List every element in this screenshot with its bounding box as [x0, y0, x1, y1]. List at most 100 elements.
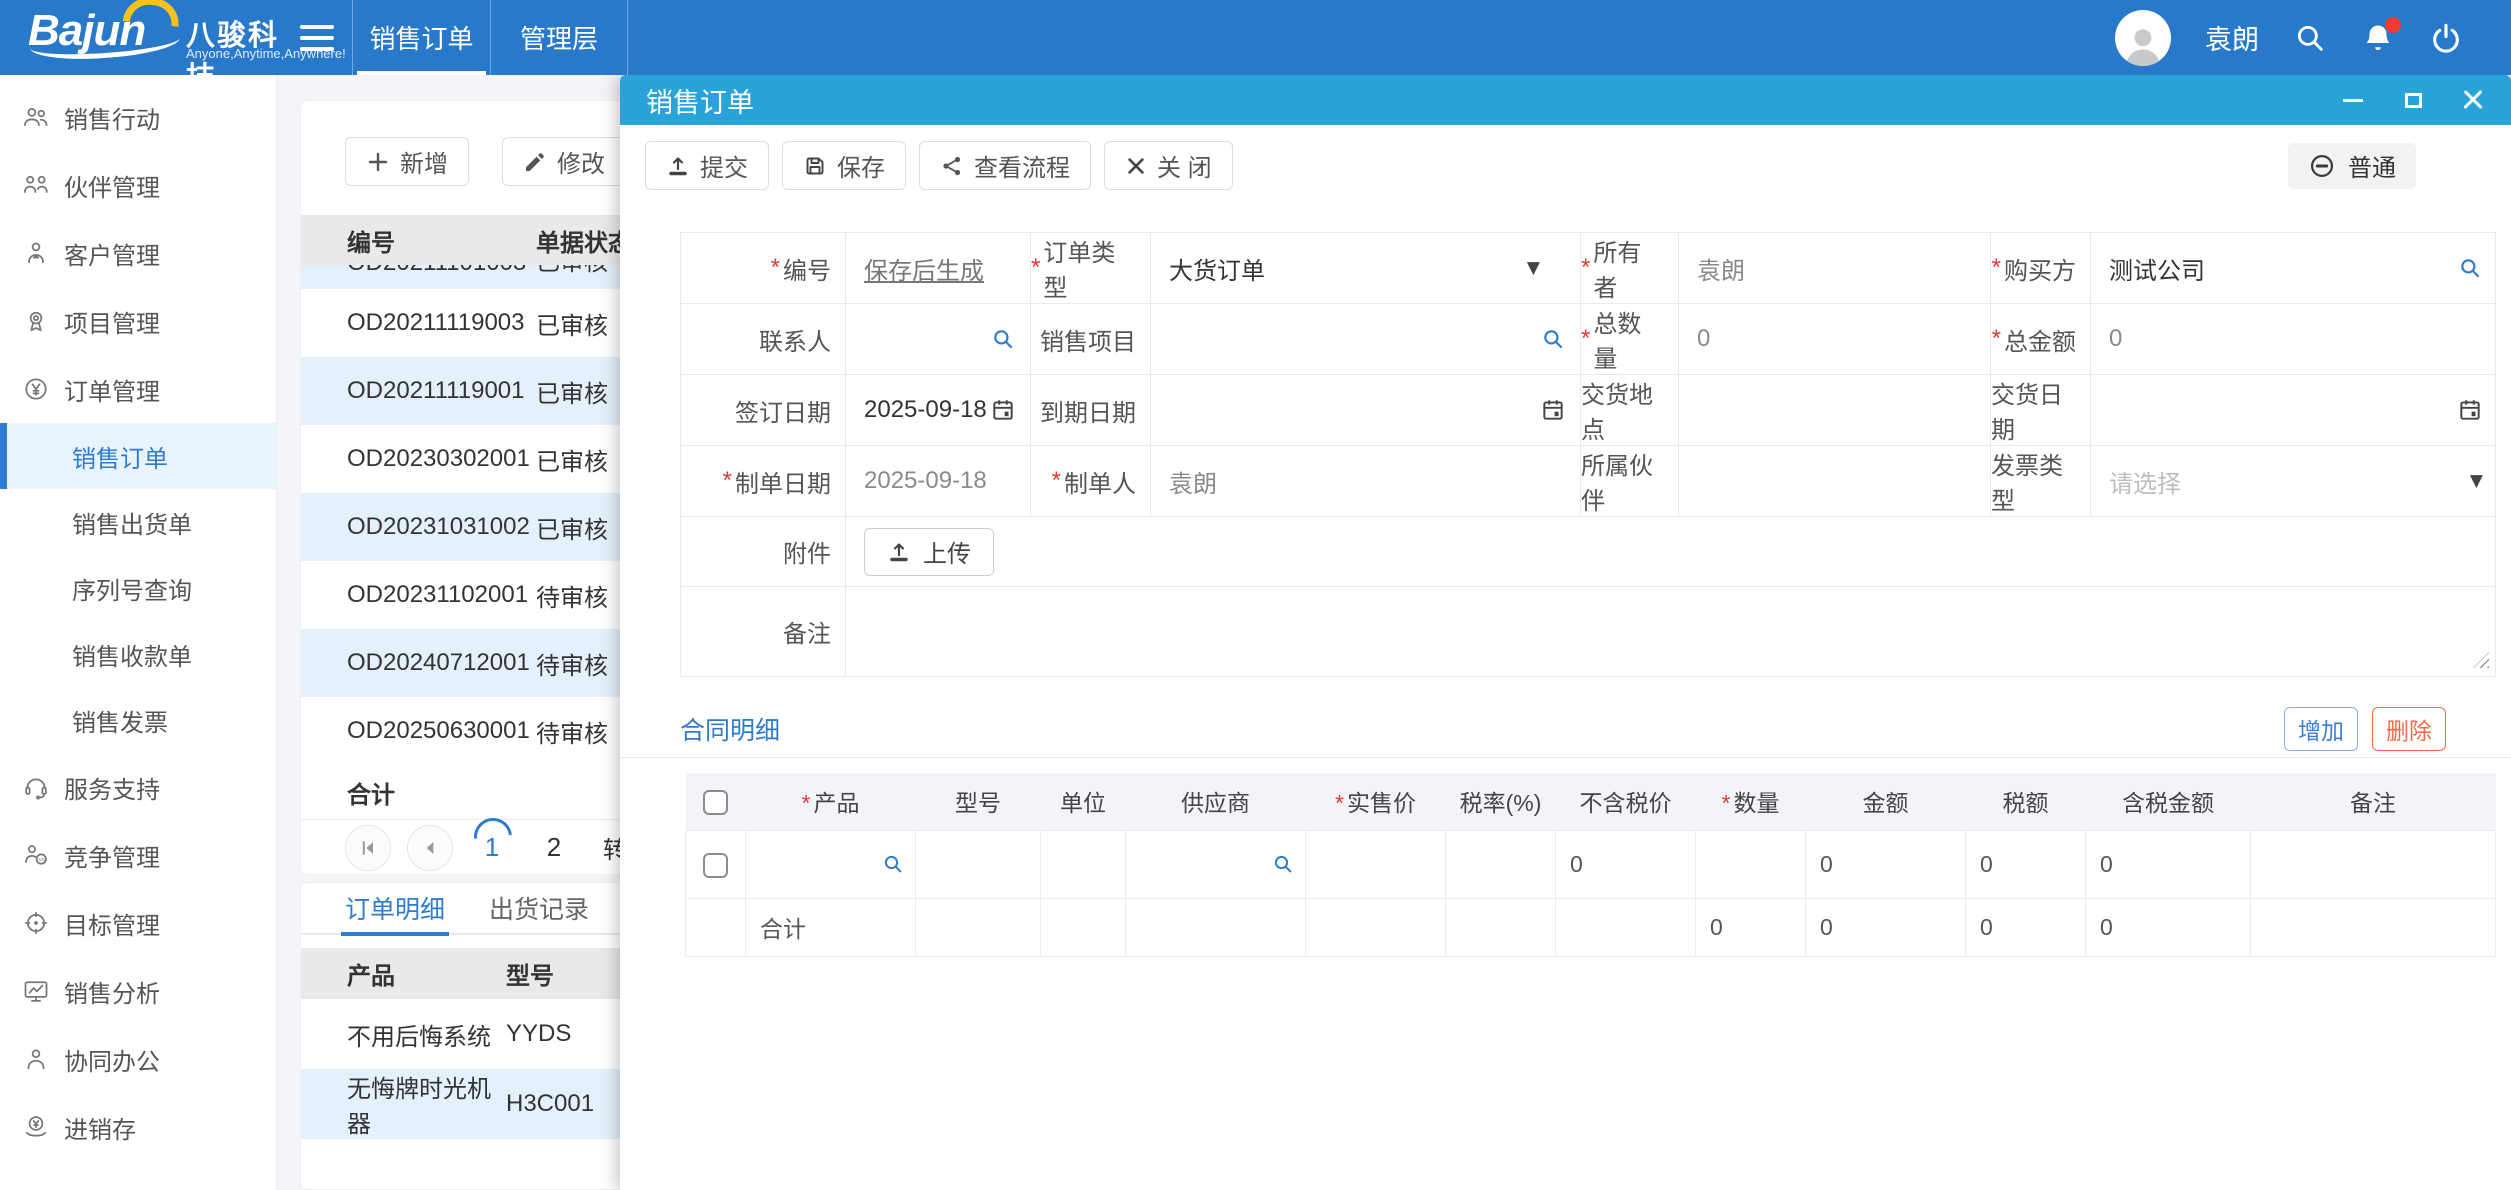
add-button[interactable]: 新增: [345, 137, 469, 186]
edit-button[interactable]: 修改: [502, 137, 626, 186]
line-tax-rate-field[interactable]: [1446, 830, 1556, 898]
search-icon[interactable]: [1540, 326, 1566, 352]
prev-page-button[interactable]: [407, 825, 453, 871]
tab-shipment-records[interactable]: 出货记录: [489, 882, 589, 934]
order-no-field[interactable]: 保存后生成: [846, 233, 1031, 304]
power-icon[interactable]: [2429, 21, 2463, 55]
add-line-button[interactable]: 增加: [2284, 707, 2358, 751]
view-flow-button[interactable]: 查看流程: [919, 141, 1091, 190]
sidebar-item-competition-mgmt[interactable]: vs 竞争管理: [0, 821, 276, 889]
close-button[interactable]: 关 闭: [1104, 141, 1233, 190]
sidebar-item-inventory[interactable]: 进销存: [0, 1093, 276, 1161]
col-header-unit: 单位: [1041, 773, 1126, 830]
calendar-icon[interactable]: [990, 397, 1016, 423]
maximize-icon[interactable]: [2401, 88, 2425, 112]
resize-grip-icon[interactable]: [2473, 652, 2489, 668]
search-icon[interactable]: [1271, 852, 1295, 876]
line-amount-field[interactable]: 0: [1806, 830, 1966, 898]
user-name[interactable]: 袁朗: [2205, 18, 2259, 57]
search-icon[interactable]: [2457, 255, 2483, 281]
delivery-place-field[interactable]: [1679, 375, 1991, 446]
search-icon[interactable]: [990, 326, 1016, 352]
col-header-product[interactable]: 产品: [301, 956, 506, 991]
upload-button[interactable]: 上传: [864, 528, 994, 576]
upload-icon: [887, 540, 911, 564]
remark-textarea[interactable]: [846, 587, 2497, 677]
minus-circle-icon: [2308, 152, 2336, 180]
sidebar-item-service-support[interactable]: 服务支持: [0, 753, 276, 821]
total-amount-field[interactable]: 0: [2091, 304, 2497, 375]
sidebar-item-sales-invoice[interactable]: 销售发票: [0, 687, 276, 753]
order-id: OD20211101003: [301, 265, 536, 287]
minimize-icon[interactable]: [2341, 88, 2365, 112]
avatar[interactable]: [2115, 10, 2171, 66]
sidebar-item-sales-order[interactable]: 销售订单: [0, 423, 276, 489]
sidebar-item-sales-shipment[interactable]: 销售出货单: [0, 489, 276, 555]
line-product-field[interactable]: [746, 830, 916, 898]
creator-field[interactable]: 袁朗: [1151, 446, 1581, 517]
total-qty-field[interactable]: 0: [1679, 304, 1991, 375]
col-header-id[interactable]: 编号: [301, 223, 536, 258]
search-icon[interactable]: [881, 852, 905, 876]
row-checkbox[interactable]: [703, 853, 728, 878]
sidebar-item-partner-mgmt[interactable]: 伙伴管理: [0, 151, 276, 219]
order-type-select[interactable]: 大货订单▼: [1151, 233, 1581, 304]
search-icon[interactable]: [2293, 21, 2327, 55]
calendar-icon[interactable]: [1540, 397, 1566, 423]
contract-table: *产品 型号 单位 供应商 *实售价 税率(%) 不含税价 *数量 金额 税额 …: [685, 773, 2496, 957]
contact-field[interactable]: [846, 304, 1031, 375]
tab-management[interactable]: 管理层: [490, 0, 628, 75]
field-label: *购买方: [1991, 233, 2091, 304]
close-icon[interactable]: [2461, 88, 2485, 112]
create-date-field[interactable]: 2025-09-18: [846, 446, 1031, 517]
customer-icon: [22, 238, 52, 268]
line-taxed-amount-field[interactable]: 0: [2086, 830, 2251, 898]
first-page-button[interactable]: [345, 825, 391, 871]
select-all-checkbox[interactable]: [703, 790, 728, 815]
invoice-type-select[interactable]: 请选择▼: [2091, 446, 2497, 517]
partner-field[interactable]: [1679, 446, 1991, 517]
sidebar-item-sales-analysis[interactable]: 销售分析: [0, 957, 276, 1025]
sidebar-item-serial-query[interactable]: 序列号查询: [0, 555, 276, 621]
sidebar-item-customer-mgmt[interactable]: 客户管理: [0, 219, 276, 287]
due-date-field[interactable]: [1151, 375, 1581, 446]
sidebar-item-sales-receipt[interactable]: 销售收款单: [0, 621, 276, 687]
line-price-field[interactable]: [1306, 830, 1446, 898]
contract-section-title: 合同明细: [680, 711, 780, 747]
loading-arc: [472, 816, 512, 839]
save-button[interactable]: 保存: [782, 141, 906, 190]
page-number-2[interactable]: 2: [531, 832, 577, 863]
delete-line-button[interactable]: 删除: [2372, 707, 2446, 751]
page-number-1[interactable]: 1: [469, 832, 515, 863]
line-untaxed-field[interactable]: 0: [1556, 830, 1696, 898]
bell-icon[interactable]: [2361, 21, 2395, 55]
line-unit-field[interactable]: [1041, 830, 1126, 898]
delivery-date-field[interactable]: [2091, 375, 2497, 446]
sign-date-field[interactable]: 2025-09-18: [846, 375, 1031, 446]
chevron-down-icon[interactable]: ▼: [2470, 471, 2483, 491]
tab-sales-order[interactable]: 销售订单: [352, 0, 490, 75]
sidebar-item-label: 进销存: [64, 1110, 136, 1145]
chevron-down-icon[interactable]: ▼: [1527, 258, 1540, 278]
sidebar-item-target-mgmt[interactable]: 目标管理: [0, 889, 276, 957]
col-header-tax: 税额: [1966, 773, 2086, 830]
line-model-field[interactable]: [916, 830, 1041, 898]
sidebar-item-label: 销售收款单: [72, 637, 192, 672]
chart-monitor-icon: [22, 976, 52, 1006]
sidebar-item-order-mgmt[interactable]: 订单管理: [0, 355, 276, 423]
sidebar-item-collaboration[interactable]: 协同办公: [0, 1025, 276, 1093]
floppy-icon: [803, 154, 827, 178]
buyer-field[interactable]: 测试公司: [2091, 233, 2497, 304]
view-mode-button[interactable]: 普通: [2288, 143, 2416, 189]
line-remark-field[interactable]: [2251, 830, 2496, 898]
calendar-icon[interactable]: [2457, 397, 2483, 423]
sales-project-field[interactable]: [1151, 304, 1581, 375]
line-supplier-field[interactable]: [1126, 830, 1306, 898]
tab-order-lines[interactable]: 订单明细: [345, 882, 445, 934]
owner-field[interactable]: 袁朗: [1679, 233, 1991, 304]
submit-button[interactable]: 提交: [645, 141, 769, 190]
sidebar-item-project-mgmt[interactable]: 项目管理: [0, 287, 276, 355]
line-tax-field[interactable]: 0: [1966, 830, 2086, 898]
line-qty-field[interactable]: [1696, 830, 1806, 898]
order-id: OD20211119003: [301, 309, 536, 337]
